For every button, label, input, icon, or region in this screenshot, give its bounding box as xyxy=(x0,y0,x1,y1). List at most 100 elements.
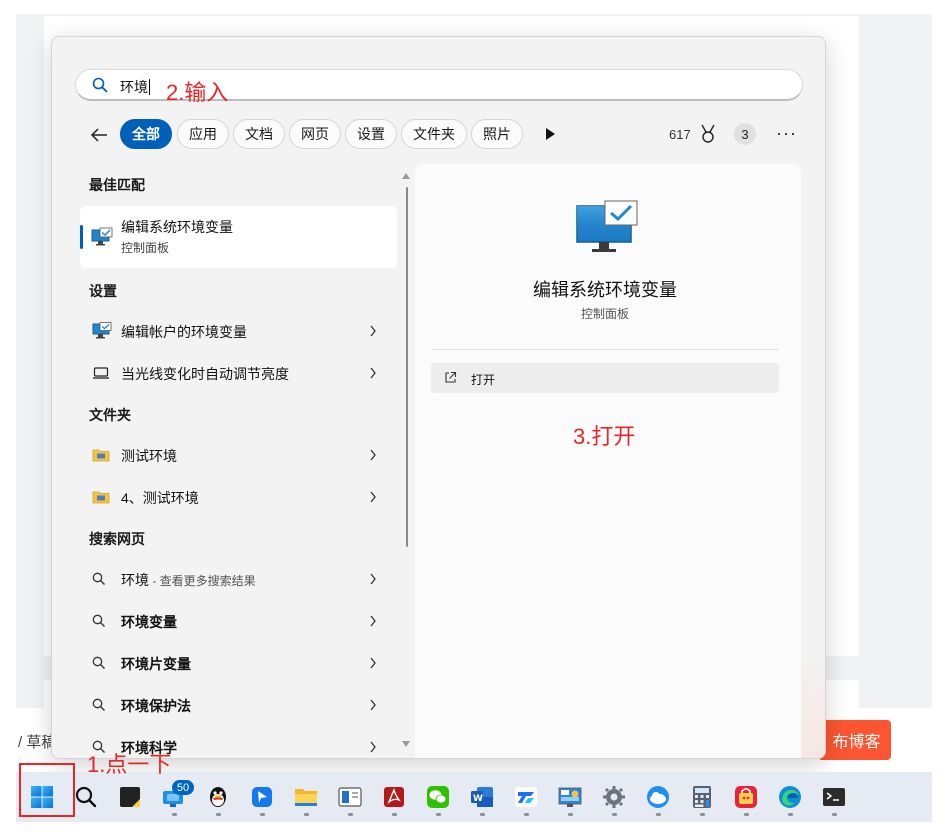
wechat-icon xyxy=(427,786,449,808)
filter-chip-apps[interactable]: 应用 xyxy=(177,119,229,149)
best-match-item[interactable]: 编辑系统环境变量 控制面板 xyxy=(80,206,397,268)
chevron-right-icon xyxy=(370,741,376,753)
text-caret xyxy=(149,79,150,95)
web-item-label: 环境保护法 xyxy=(121,698,191,714)
more-options-icon[interactable]: ··· xyxy=(776,123,797,144)
edge-browser-app[interactable] xyxy=(770,777,810,817)
pdf-reader-icon xyxy=(384,787,404,807)
folder-item-test-env[interactable]: 测试环境 xyxy=(80,435,397,475)
chevron-right-icon xyxy=(370,367,376,379)
scroll-up-arrow-icon[interactable] xyxy=(402,173,410,179)
search-icon xyxy=(92,572,105,585)
best-match-title: 编辑系统环境变量 xyxy=(121,219,233,235)
filter-bar: 全部 应用 文档 网页 设置 文件夹 照片 617 3 ··· xyxy=(52,119,825,151)
shopping-app[interactable] xyxy=(726,777,766,817)
open-button[interactable]: 打开 xyxy=(431,363,779,393)
chevron-right-icon xyxy=(370,449,376,461)
qq-app[interactable] xyxy=(198,777,238,817)
monitor-check-icon xyxy=(91,227,113,246)
running-indicator xyxy=(480,813,485,816)
section-best-match: 最佳匹配 xyxy=(89,177,145,193)
section-web-search: 搜索网页 xyxy=(89,531,145,547)
running-indicator xyxy=(524,813,529,816)
rewards-medal-icon[interactable] xyxy=(700,124,716,144)
chevron-right-icon xyxy=(370,699,376,711)
running-indicator xyxy=(568,813,573,816)
folder-icon xyxy=(92,491,110,504)
scroll-down-arrow-icon[interactable] xyxy=(402,741,410,747)
chevron-right-icon xyxy=(370,573,376,585)
web-item-env-piece-var[interactable]: 环境片变量 xyxy=(80,643,397,683)
feishu-app[interactable] xyxy=(242,777,282,817)
filter-chip-settings[interactable]: 设置 xyxy=(345,119,397,149)
app-window-icon xyxy=(338,787,362,807)
chevron-right-icon xyxy=(370,615,376,627)
search-icon xyxy=(92,614,105,627)
feishu-icon xyxy=(252,787,272,807)
control-panel-app[interactable] xyxy=(550,777,590,817)
search-icon xyxy=(75,786,97,808)
web-item-env-var[interactable]: 环境变量 xyxy=(80,601,397,641)
todesk-app[interactable] xyxy=(506,777,546,817)
filter-chip-all[interactable]: 全部 xyxy=(120,119,172,149)
more-filters-play-icon[interactable] xyxy=(546,128,555,140)
annotation-input: 2.输入 xyxy=(166,80,229,105)
folder-item-4-test-env[interactable]: 4、测试环境 xyxy=(80,477,397,517)
annotation-start: 1.点一下 xyxy=(87,752,172,777)
folder-item-label: 测试环境 xyxy=(121,448,177,464)
calculator-app[interactable] xyxy=(682,777,722,817)
terminal-icon xyxy=(823,788,845,806)
filter-chip-documents[interactable]: 文档 xyxy=(233,119,285,149)
terminal-app[interactable] xyxy=(814,777,854,817)
word-icon: W xyxy=(471,787,493,807)
chevron-right-icon xyxy=(370,491,376,503)
notification-count-badge: 50 xyxy=(172,780,194,795)
back-arrow-icon[interactable] xyxy=(89,125,109,145)
detail-pane: 编辑系统环境变量 控制面板 打开 xyxy=(415,164,801,758)
scroll-thumb[interactable] xyxy=(406,187,408,547)
running-indicator xyxy=(216,813,221,816)
divider xyxy=(431,349,779,350)
file-explorer-app[interactable] xyxy=(286,777,326,817)
best-match-subtitle: 控制面板 xyxy=(121,241,170,255)
selection-indicator xyxy=(80,225,83,249)
edge-icon xyxy=(779,786,801,808)
section-settings: 设置 xyxy=(89,283,117,299)
settings-item-brightness[interactable]: 当光线变化时自动调节亮度 xyxy=(80,353,397,393)
web-query: 环境 xyxy=(121,572,149,588)
window-app[interactable] xyxy=(330,777,370,817)
windows-search-panel: 环境 2.输入 全部 应用 文档 网页 设置 文件夹 照片 617 3 ··· … xyxy=(51,36,826,759)
web-item-env-law[interactable]: 环境保护法 xyxy=(80,685,397,725)
sticky-notes-icon xyxy=(120,787,140,807)
sticky-notes-app[interactable] xyxy=(110,777,150,817)
running-indicator xyxy=(348,813,353,816)
publish-blog-button[interactable]: 布博客 xyxy=(818,720,891,760)
detail-title: 编辑系统环境变量 xyxy=(533,280,677,300)
rewards-points: 617 xyxy=(669,127,691,142)
word-app[interactable]: W xyxy=(462,777,502,817)
search-query: 环境 xyxy=(120,79,150,95)
running-indicator xyxy=(392,813,397,816)
filter-chip-web[interactable]: 网页 xyxy=(289,119,341,149)
system-env-monitor-icon xyxy=(576,200,638,252)
running-indicator xyxy=(172,813,177,816)
results-scrollbar[interactable] xyxy=(402,173,412,753)
account-badge[interactable]: 3 xyxy=(734,123,756,145)
wechat-app[interactable] xyxy=(418,777,458,817)
pdf-reader-app[interactable] xyxy=(374,777,414,817)
detail-subtitle: 控制面板 xyxy=(580,307,629,321)
cloud-drive-app[interactable] xyxy=(638,777,678,817)
web-item-env[interactable]: 环境 - 查看更多搜索结果 xyxy=(80,559,397,599)
search-icon xyxy=(92,698,105,711)
settings-app[interactable] xyxy=(594,777,634,817)
folder-icon xyxy=(92,449,110,462)
shopping-app-icon xyxy=(735,786,757,808)
filter-chip-photos[interactable]: 照片 xyxy=(471,119,523,149)
running-indicator xyxy=(744,813,749,816)
laptop-icon xyxy=(93,367,109,379)
search-icon xyxy=(92,77,108,93)
filter-chip-folders[interactable]: 文件夹 xyxy=(401,119,467,149)
running-indicator xyxy=(436,813,441,816)
settings-item-user-env[interactable]: 编辑帐户的环境变量 xyxy=(80,311,397,351)
running-indicator xyxy=(304,813,309,816)
